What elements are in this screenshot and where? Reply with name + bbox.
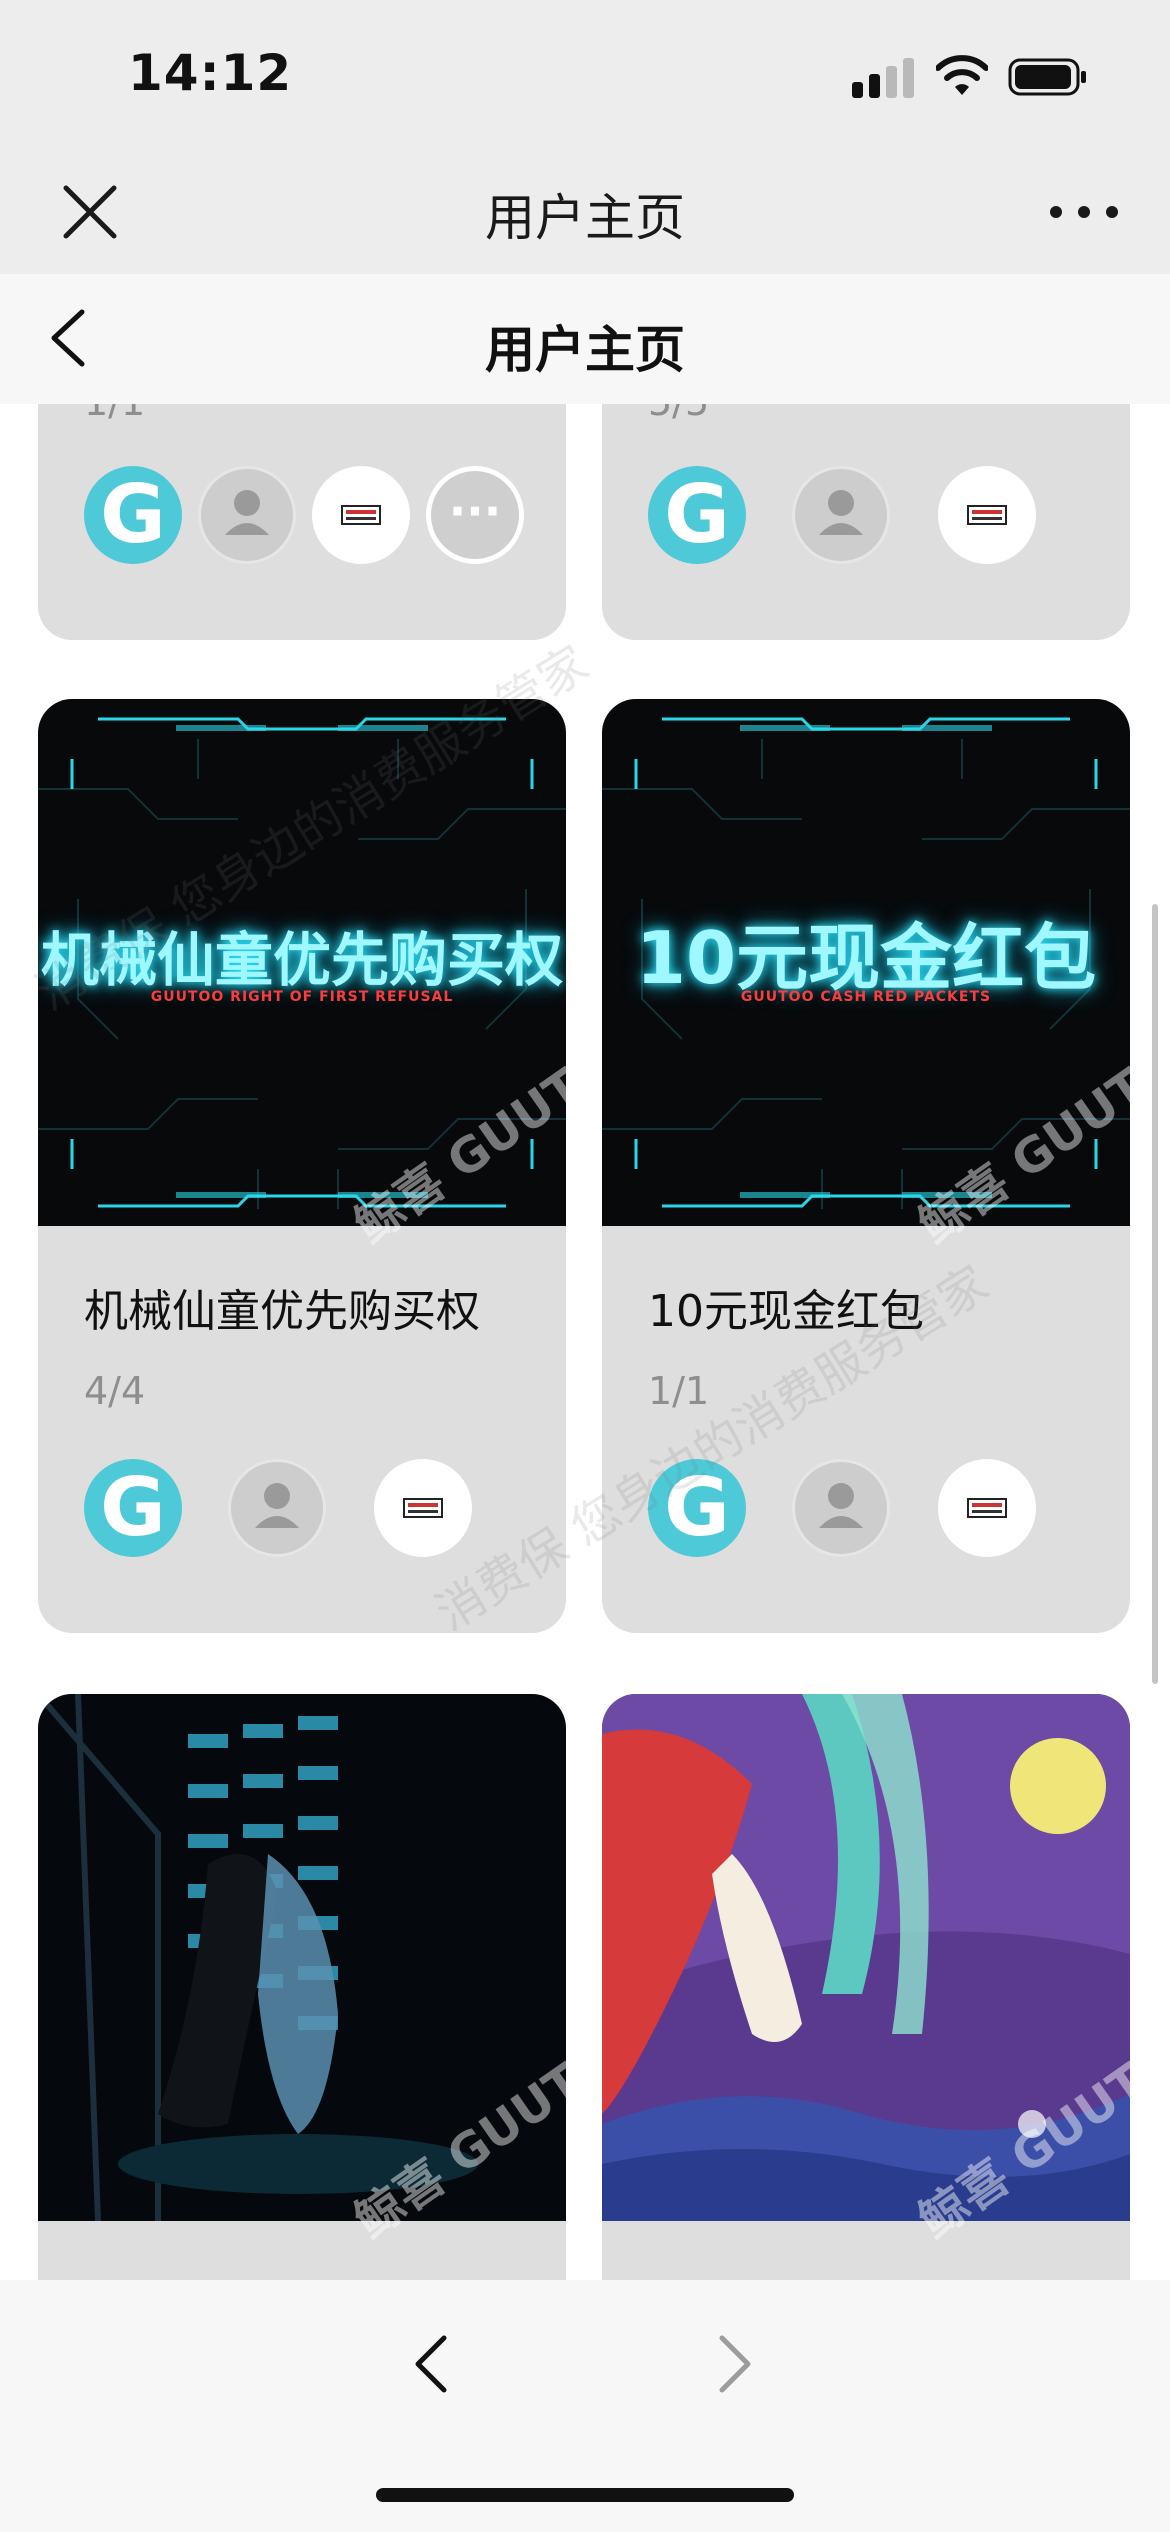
card-image [602,1694,1130,2221]
status-time: 14:12 [128,44,293,102]
battery-icon [1008,58,1086,96]
collection-card[interactable]: 10元现金红包 GUUTOO CASH RED PACKETS 鲸喜 GUUTO… [602,699,1130,1633]
user-avatar-icon [228,1459,326,1557]
wechat-header: 用户主页 [0,150,1170,274]
g-logo-icon: G [648,466,746,564]
card-count: 4/4 [84,1369,146,1413]
card-count: 5/5 [648,404,709,424]
collection-card[interactable]: 鲸喜 GUUTOO [38,1694,566,2280]
user-avatar-icon [198,466,296,564]
banner-subtitle: GUUTOO RIGHT OF FIRST REFUSAL [150,989,454,1005]
g-logo-icon: G [84,1459,182,1557]
chevron-right-icon[interactable] [706,2324,766,2404]
collection-grid: 1/1 G ··· 5/5 G [0,404,1170,2280]
user-avatar-icon [792,1459,890,1557]
card-title: 10元现金红包 [648,1286,924,1337]
card-title: 机械仙童优先购买权 [84,1286,480,1337]
ellipsis-icon[interactable]: ··· [426,466,524,564]
card-count: 1/1 [648,1369,710,1413]
scrollbar[interactable] [1152,904,1158,1684]
collection-card[interactable]: 鲸喜 GUUTOO [602,1694,1130,2280]
card-count: 1/1 [84,404,145,424]
status-bar: 14:12 [0,0,1170,150]
collection-card[interactable]: 1/1 G ··· [38,404,566,640]
brand-logo-icon [938,466,1036,564]
page-title: 用户主页 [485,321,685,379]
brand-logo-icon [312,466,410,564]
card-image [38,1694,566,2221]
g-logo-icon: G [84,466,182,564]
brand-logo-icon [938,1459,1036,1557]
more-icon[interactable] [1044,190,1124,234]
collection-card[interactable]: 机械仙童优先购买权 GUUTOO RIGHT OF FIRST REFUSAL … [38,699,566,1633]
banner-title: 机械仙童优先购买权 [40,926,563,994]
home-indicator [376,2488,794,2502]
bottom-toolbar [0,2280,1170,2532]
wechat-title: 用户主页 [485,189,685,247]
user-avatar-icon [792,466,890,564]
collection-card[interactable]: 5/5 G [602,404,1130,640]
wifi-icon [936,55,988,95]
page-header: 用户主页 [0,274,1170,404]
chevron-left-icon[interactable] [400,2324,460,2404]
brand-logo-icon [374,1459,472,1557]
banner-subtitle: GUUTOO CASH RED PACKETS [740,989,992,1005]
g-logo-icon: G [648,1459,746,1557]
signal-icon [852,56,916,98]
